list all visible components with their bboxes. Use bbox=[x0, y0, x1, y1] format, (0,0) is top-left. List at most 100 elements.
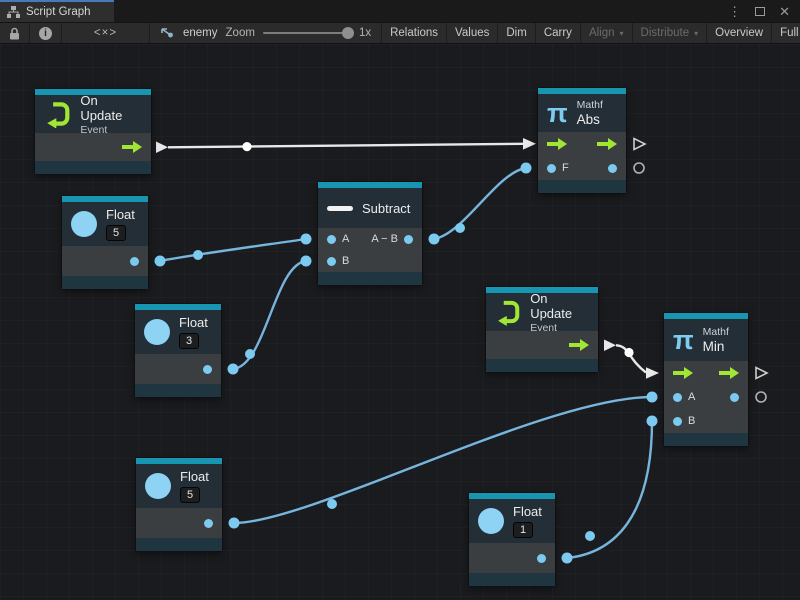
wire-midpoint-dot[interactable] bbox=[624, 348, 633, 357]
value-output-port[interactable] bbox=[608, 164, 617, 173]
node-footer bbox=[318, 272, 422, 285]
control-output-port[interactable] bbox=[719, 367, 739, 379]
wire-subtract-to-abs-f[interactable] bbox=[429, 163, 532, 245]
dropdown-arrow-icon bbox=[694, 29, 698, 38]
zoom-value: 1x bbox=[359, 27, 371, 39]
node-title: Float bbox=[106, 207, 135, 222]
abs-unconnected-ports[interactable] bbox=[634, 139, 645, 174]
graph-name: enemy bbox=[183, 27, 218, 39]
node-float-5-bottom[interactable]: Float 5 bbox=[136, 458, 222, 551]
node-subtract[interactable]: Subtract A A − B B bbox=[318, 182, 422, 285]
input-port-b[interactable] bbox=[327, 257, 336, 266]
dim-button[interactable]: Dim bbox=[498, 23, 535, 43]
float-value-input[interactable]: 5 bbox=[180, 487, 200, 503]
title-bar: Script Graph ⋮ ✕ bbox=[0, 0, 800, 22]
wire-onupdate1-to-abs[interactable] bbox=[156, 138, 536, 153]
code-icon: <×> bbox=[94, 27, 117, 39]
input-port-b[interactable] bbox=[673, 417, 682, 426]
script-graph-window: Script Graph ⋮ ✕ i <×> enemy bbox=[0, 0, 800, 600]
port-label-out: A − B bbox=[371, 233, 398, 245]
wire-midpoint-dot[interactable] bbox=[455, 223, 465, 233]
node-footer bbox=[35, 161, 151, 174]
input-port-f[interactable] bbox=[547, 164, 556, 173]
node-category: Mathf bbox=[577, 99, 603, 111]
min-unconnected-ports[interactable] bbox=[756, 368, 767, 403]
float-value-input[interactable]: 5 bbox=[106, 225, 126, 241]
distribute-label: Distribute bbox=[641, 27, 690, 39]
close-icon[interactable]: ✕ bbox=[779, 5, 790, 18]
control-input-port[interactable] bbox=[673, 367, 693, 379]
window-controls: ⋮ ✕ bbox=[728, 0, 800, 22]
carry-button[interactable]: Carry bbox=[536, 23, 581, 43]
fullscreen-button[interactable]: Full Screen bbox=[772, 23, 800, 43]
control-output-port[interactable] bbox=[597, 138, 617, 150]
tab-title: Script Graph bbox=[26, 6, 91, 18]
node-float-5-top[interactable]: Float 5 bbox=[62, 196, 148, 289]
graph-canvas[interactable]: On Update Event Float 5 bbox=[0, 44, 800, 600]
wire-midpoint-dot[interactable] bbox=[327, 499, 337, 509]
zoom-slider-handle[interactable] bbox=[342, 27, 354, 39]
wire-midpoint-dot[interactable] bbox=[242, 142, 251, 151]
input-port-a[interactable] bbox=[327, 235, 336, 244]
port-label-b: B bbox=[688, 415, 695, 427]
float-value-input[interactable]: 1 bbox=[513, 522, 533, 538]
code-preview-button[interactable]: <×> bbox=[62, 23, 150, 43]
node-title: On Update bbox=[530, 291, 589, 321]
lock-button[interactable] bbox=[0, 23, 30, 43]
window-menu-icon[interactable]: ⋮ bbox=[728, 5, 741, 18]
value-output-port[interactable] bbox=[204, 519, 213, 528]
control-output-port[interactable] bbox=[569, 339, 589, 351]
align-label: Align bbox=[589, 27, 615, 39]
tab-script-graph[interactable]: Script Graph bbox=[0, 0, 114, 22]
float-icon bbox=[478, 508, 504, 534]
inspect-button[interactable]: i bbox=[30, 23, 62, 43]
zoom-slider[interactable] bbox=[263, 32, 351, 34]
wire-midpoint-dot[interactable] bbox=[585, 531, 595, 541]
value-output-port[interactable] bbox=[130, 257, 139, 266]
wire-midpoint-dot[interactable] bbox=[245, 349, 255, 359]
value-output-port[interactable] bbox=[203, 365, 212, 374]
float-value-input[interactable]: 3 bbox=[179, 333, 199, 349]
input-port-a[interactable] bbox=[673, 393, 682, 402]
wire-float1-to-min-b[interactable] bbox=[562, 416, 658, 564]
wire-onupdate2-to-min[interactable] bbox=[604, 340, 659, 379]
graph-pointer-icon bbox=[160, 27, 175, 40]
overview-button[interactable]: Overview bbox=[707, 23, 772, 43]
wire-midpoint-dot[interactable] bbox=[193, 250, 203, 260]
mathf-pi-icon: π bbox=[673, 327, 694, 354]
node-title: Float bbox=[513, 504, 542, 519]
node-float-3[interactable]: Float 3 bbox=[135, 304, 221, 397]
float-icon bbox=[144, 319, 170, 345]
values-button[interactable]: Values bbox=[447, 23, 498, 43]
node-subtitle: Event bbox=[80, 124, 142, 136]
port-label-a: A bbox=[342, 233, 349, 245]
lock-icon bbox=[9, 27, 20, 40]
node-float-1[interactable]: Float 1 bbox=[469, 493, 555, 586]
wire-float3-to-subtract-b[interactable] bbox=[228, 256, 312, 375]
node-mathf-min[interactable]: π Mathf Min A bbox=[664, 313, 748, 446]
maximize-icon[interactable] bbox=[755, 7, 765, 16]
value-output-port[interactable] bbox=[730, 393, 739, 402]
info-icon: i bbox=[39, 27, 52, 40]
float-icon bbox=[71, 211, 97, 237]
output-port[interactable] bbox=[404, 235, 413, 244]
graph-hierarchy-icon bbox=[7, 6, 20, 18]
graph-toolbar: i <×> enemy Zoom 1x Relations Values Dim… bbox=[0, 22, 800, 44]
dropdown-arrow-icon bbox=[620, 29, 624, 38]
node-on-update-1[interactable]: On Update Event bbox=[35, 89, 151, 174]
port-label-a: A bbox=[688, 391, 695, 403]
node-subtitle: Event bbox=[530, 322, 589, 334]
control-input-port[interactable] bbox=[547, 138, 567, 150]
relations-button[interactable]: Relations bbox=[382, 23, 447, 43]
align-button: Align bbox=[581, 23, 633, 43]
value-output-port[interactable] bbox=[537, 554, 546, 563]
wire-float5b-to-min-a[interactable] bbox=[229, 392, 658, 529]
node-on-update-2[interactable]: On Update Event bbox=[486, 287, 598, 372]
node-mathf-abs[interactable]: π Mathf Abs F bbox=[538, 88, 626, 193]
node-title: On Update bbox=[80, 93, 142, 123]
node-footer bbox=[486, 359, 598, 372]
node-footer bbox=[62, 276, 148, 289]
node-title: Float bbox=[179, 315, 208, 330]
control-output-port[interactable] bbox=[122, 141, 142, 153]
wire-float5-to-subtract-a[interactable] bbox=[155, 234, 312, 267]
